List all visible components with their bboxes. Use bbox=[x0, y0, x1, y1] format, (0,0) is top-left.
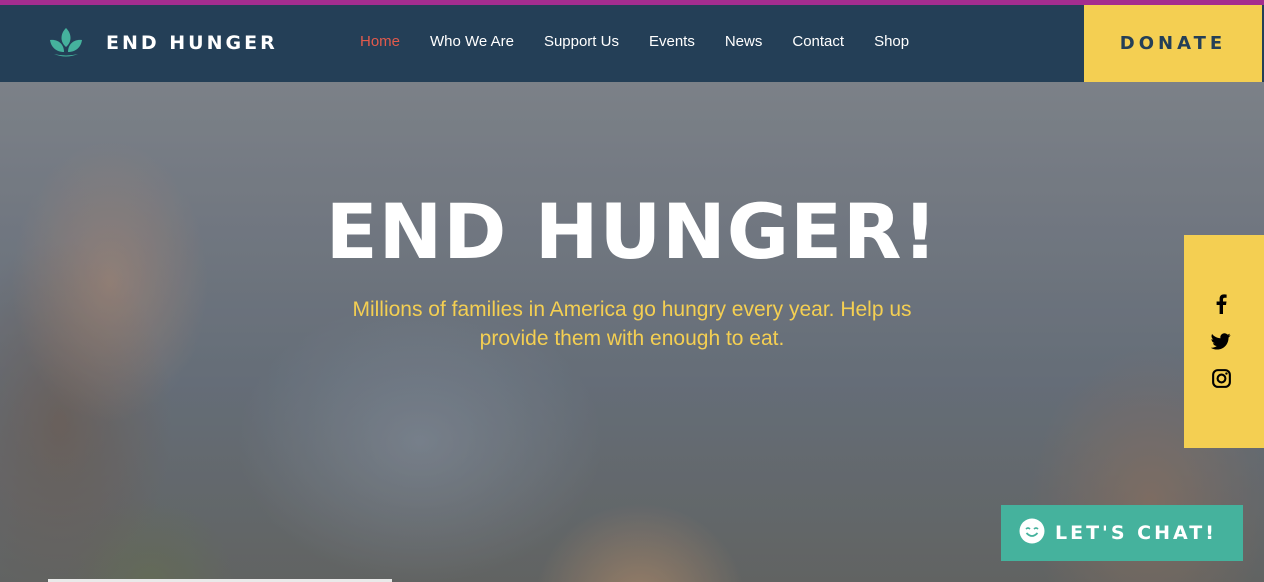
brand-name: END HUNGER bbox=[106, 32, 278, 54]
facebook-icon[interactable] bbox=[1210, 293, 1232, 315]
site-logo[interactable]: END HUNGER bbox=[48, 26, 278, 60]
hero-subtitle: Millions of families in America go hungr… bbox=[352, 298, 912, 350]
nav-item-shop[interactable]: Shop bbox=[874, 33, 909, 50]
nav-item-who-we-are[interactable]: Who We Are bbox=[430, 33, 514, 50]
donate-button[interactable]: DONATE bbox=[1084, 5, 1262, 82]
nav-item-news[interactable]: News bbox=[725, 33, 763, 50]
smiley-icon bbox=[1019, 518, 1045, 549]
main-navigation: Home Who We Are Support Us Events News C… bbox=[360, 33, 939, 50]
site-header: END HUNGER Home Who We Are Support Us Ev… bbox=[0, 5, 1264, 82]
donate-label: DONATE bbox=[1119, 33, 1227, 54]
twitter-icon[interactable] bbox=[1210, 330, 1232, 352]
nav-item-contact[interactable]: Contact bbox=[792, 33, 844, 50]
leaf-sprout-icon bbox=[48, 26, 84, 60]
chat-label: LET'S CHAT! bbox=[1055, 522, 1217, 544]
social-sidebar bbox=[1184, 235, 1264, 448]
nav-item-support-us[interactable]: Support Us bbox=[544, 33, 619, 50]
instagram-icon[interactable] bbox=[1210, 367, 1232, 389]
hero-title: END HUNGER! bbox=[325, 187, 939, 276]
chat-button[interactable]: LET'S CHAT! bbox=[1001, 505, 1243, 561]
nav-item-events[interactable]: Events bbox=[649, 33, 695, 50]
nav-item-home[interactable]: Home bbox=[360, 33, 400, 50]
